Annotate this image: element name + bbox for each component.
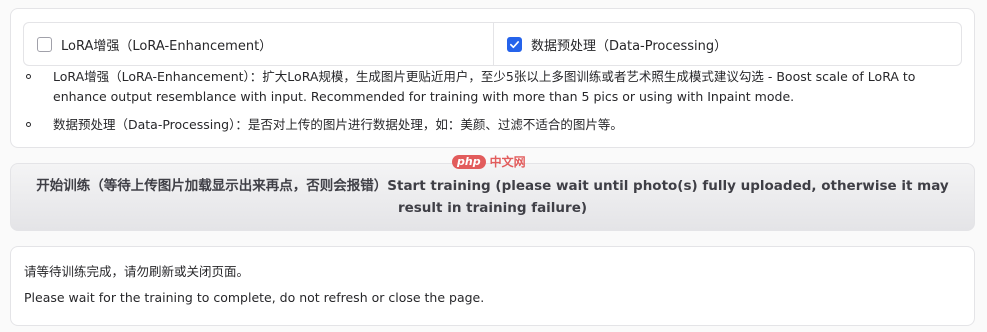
- start-training-button[interactable]: 开始训练（等待上传图片加载显示出来再点，否则会报错）Start training…: [10, 163, 975, 231]
- lora-enhancement-label: LoRA增强（LoRA-Enhancement）: [61, 38, 273, 54]
- checkmark-icon: [510, 40, 519, 48]
- data-processing-label: 数据预处理（Data-Processing）: [531, 38, 728, 54]
- description-text: 数据预处理（Data-Processing）：是否对上传的图片进行数据处理，如：…: [53, 117, 623, 132]
- lora-enhancement-checkbox[interactable]: [37, 36, 52, 52]
- options-card: LoRA增强（LoRA-Enhancement） 数据预处理（Data-Proc…: [10, 8, 975, 148]
- checkbox-group: LoRA增强（LoRA-Enhancement） 数据预处理（Data-Proc…: [23, 22, 962, 66]
- page: LoRA增强（LoRA-Enhancement） 数据预处理（Data-Proc…: [0, 0, 987, 332]
- data-processing-checkbox[interactable]: [507, 36, 522, 52]
- description-text: LoRA增强（LoRA-Enhancement）：扩大LoRA规模，生成图片更贴…: [53, 69, 916, 104]
- lora-enhancement-description: LoRA增强（LoRA-Enhancement）：扩大LoRA规模，生成图片更贴…: [23, 67, 968, 107]
- status-message-en: Please wait for the training to complete…: [24, 290, 485, 305]
- bullet-icon: [26, 122, 31, 127]
- option-descriptions: LoRA增强（LoRA-Enhancement）：扩大LoRA规模，生成图片更贴…: [23, 67, 968, 135]
- lora-enhancement-option[interactable]: LoRA增强（LoRA-Enhancement）: [24, 23, 494, 65]
- data-processing-description: 数据预处理（Data-Processing）：是否对上传的图片进行数据处理，如：…: [23, 115, 968, 135]
- bullet-icon: [26, 74, 31, 79]
- status-message-zh: 请等待训练完成，请勿刷新或关闭页面。: [24, 264, 250, 279]
- data-processing-option[interactable]: 数据预处理（Data-Processing）: [494, 23, 961, 65]
- status-card: 请等待训练完成，请勿刷新或关闭页面。 Please wait for the t…: [10, 246, 975, 326]
- start-training-label: 开始训练（等待上传图片加载显示出来再点，否则会报错）Start training…: [36, 178, 949, 216]
